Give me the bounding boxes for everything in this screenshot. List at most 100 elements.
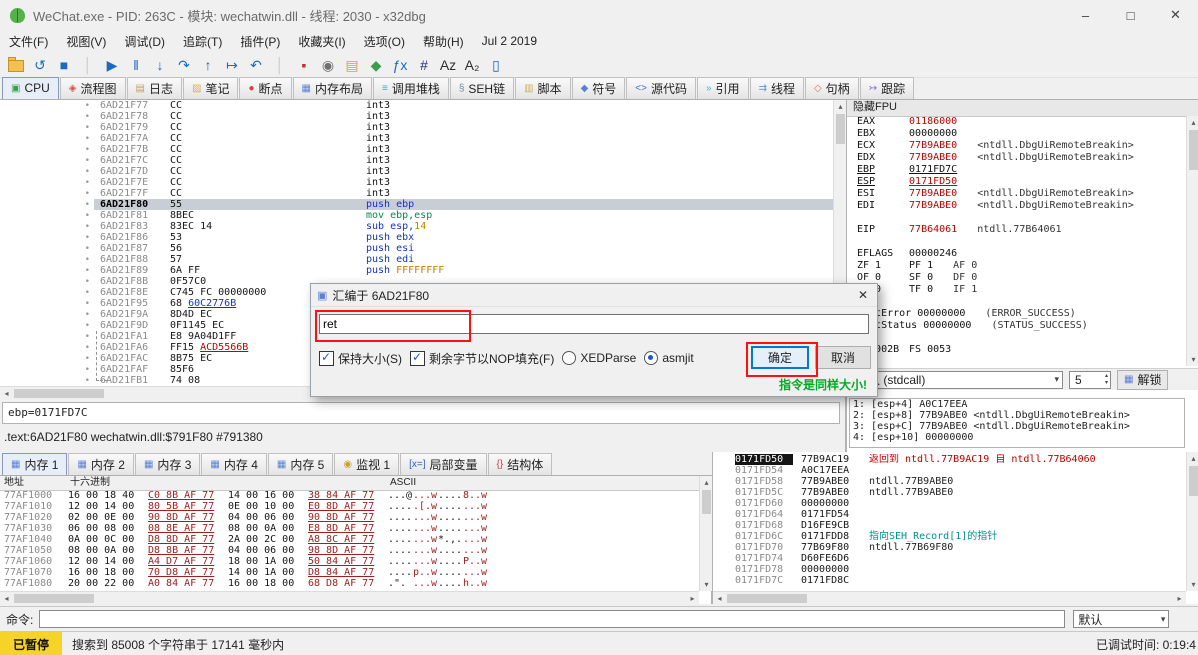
breakpoint-dot[interactable]: •	[85, 332, 94, 342]
scroll-left-arrow[interactable]: ◂	[713, 592, 726, 605]
breakpoint-dot[interactable]: •	[85, 354, 94, 364]
font-icon[interactable]: A₂	[460, 54, 484, 76]
disasm-row[interactable]: • 6AD21F7F CC int3	[0, 188, 833, 199]
menu-item[interactable]: 调试(D)	[115, 31, 174, 52]
tab-struct[interactable]: {}结构体	[488, 453, 553, 475]
scroll-down-arrow[interactable]: ▾	[1187, 353, 1198, 366]
breakpoint-dot[interactable]: •	[85, 233, 94, 243]
register-row[interactable]: LastStatus 00000000 (STATUS_SUCCESS)	[847, 320, 1183, 332]
unlock-button[interactable]: ▦ 解锁	[1117, 370, 1168, 390]
calculator-icon[interactable]: ƒx	[388, 54, 412, 76]
tab-graph[interactable]: ◈流程图	[60, 77, 126, 99]
dump-row[interactable]: 77AF108020 00 22 00A0 84 AF 7716 00 18 0…	[0, 578, 699, 587]
breakpoint-dot[interactable]: •	[85, 343, 94, 353]
command-input[interactable]	[39, 610, 1065, 628]
command-profile-select[interactable]: 默认 ▾	[1073, 610, 1169, 628]
breakpoint-dot[interactable]: •	[85, 299, 94, 309]
argument-row[interactable]: 4: [esp+10] 00000000	[850, 432, 1184, 443]
breakpoint-dot[interactable]: •	[85, 101, 94, 111]
disasm-row[interactable]: • 6AD21F89 6A FF push FFFFFFFF	[0, 265, 833, 276]
stack-row[interactable]: 0171FD64 0171FD54	[713, 509, 1186, 520]
breakpoint-dot[interactable]: •	[85, 310, 94, 320]
scroll-right-arrow[interactable]: ▸	[686, 592, 699, 605]
tab-dump-2[interactable]: ▦内存 2	[68, 453, 133, 475]
tab-memory-map[interactable]: ▦内存布局	[293, 77, 372, 99]
scroll-right-arrow[interactable]: ▸	[1173, 592, 1186, 605]
dump-row[interactable]: 77AF100016 00 18 40C0 8B AF 7714 00 16 0…	[0, 490, 699, 501]
register-row[interactable]: EIP 77B64061 ntdll.77B64061	[847, 224, 1183, 236]
dialog-checkbox[interactable]: 剩余字节以NOP填充(F)	[410, 350, 554, 367]
breakpoint-dot[interactable]: •	[85, 376, 94, 386]
breakpoint-dot[interactable]: •	[85, 134, 94, 144]
horizontal-scrollbar[interactable]: ◂ ▸	[713, 591, 1186, 605]
open-file-icon[interactable]	[4, 54, 28, 76]
minimize-button[interactable]: –	[1063, 0, 1108, 30]
register-row[interactable]: EFLAGS 00000246	[847, 248, 1183, 260]
breakpoint-dot[interactable]: •	[85, 112, 94, 122]
menu-item[interactable]: 追踪(T)	[174, 31, 231, 52]
dialog-title-bar[interactable]: ▣ 汇编于 6AD21F80 ✕	[311, 284, 877, 307]
register-row[interactable]	[847, 332, 1183, 344]
breakpoint-dot[interactable]: •	[85, 200, 94, 210]
breakpoint-dot[interactable]: •	[85, 244, 94, 254]
breakpoint-dot[interactable]: •	[85, 178, 94, 188]
stack-row[interactable]: 0171FD68 D16FE9CB	[713, 520, 1186, 531]
register-row[interactable]: ECX 77B9ABE0 <ntdll.DbgUiRemoteBreakin>	[847, 140, 1183, 152]
tab-dump-1[interactable]: ▦内存 1	[2, 453, 67, 475]
cancel-button[interactable]: 取消	[815, 346, 871, 369]
breakpoint-dot[interactable]: •	[85, 266, 94, 276]
dump-row[interactable]: 77AF102002 00 0E 0090 8D AF 7704 00 06 0…	[0, 512, 699, 523]
register-row[interactable]: CF 0 TF 0 IF 1	[847, 284, 1183, 296]
tab-log[interactable]: ▤日志	[127, 77, 182, 99]
tab-handles[interactable]: ◇句柄	[805, 77, 859, 99]
stack-row[interactable]: 0171FD5C 77B9ABE0 ntdll.77B9ABE0	[713, 487, 1186, 498]
stack-row[interactable]: 0171FD50 77B9AC19 返回到 ntdll.77B9AC19 自 n…	[713, 454, 1186, 465]
menu-item[interactable]: 视图(V)	[57, 31, 115, 52]
stack-row[interactable]: 0171FD54 A0C17EEA	[713, 465, 1186, 476]
breakpoint-dot[interactable]: •	[85, 211, 94, 221]
scroll-left-arrow[interactable]: ◂	[0, 592, 13, 605]
register-row[interactable]: LastError 00000000 (ERROR_SUCCESS)	[847, 308, 1183, 320]
tab-dump-3[interactable]: ▦内存 3	[135, 453, 200, 475]
dialog-radio[interactable]: XEDParse	[562, 351, 636, 365]
disasm-row[interactable]: • 6AD21F86 53 push ebx	[0, 232, 833, 243]
tab-seh[interactable]: §SEH链	[450, 77, 514, 99]
stop-icon[interactable]: ■	[52, 54, 76, 76]
tab-references[interactable]: »引用	[697, 77, 749, 99]
breakpoint-dot[interactable]: •	[85, 123, 94, 133]
snapshot-icon[interactable]: ◉	[316, 54, 340, 76]
step-back-icon[interactable]: ↶	[244, 54, 268, 76]
scrollbar-thumb[interactable]	[727, 594, 807, 603]
disasm-row[interactable]: • 6AD21F87 56 push esi	[0, 243, 833, 254]
register-row[interactable]: EBX 00000000	[847, 128, 1183, 140]
stack-row[interactable]: 0171FD60 00000000	[713, 498, 1186, 509]
tab-call-stack[interactable]: ≡调用堆栈	[373, 77, 449, 99]
register-row[interactable]: GS 002B FS 0053	[847, 344, 1183, 356]
breakpoint-dot[interactable]: •	[85, 222, 94, 232]
scrollbar-thumb[interactable]	[702, 490, 711, 514]
step-over-icon[interactable]: ↷	[172, 54, 196, 76]
breakpoint-dot[interactable]: •	[85, 156, 94, 166]
vertical-scrollbar[interactable]: ▴ ▾	[1186, 452, 1198, 591]
register-row[interactable]: ESP 0171FD50	[847, 176, 1183, 188]
step-out-icon[interactable]: ↑	[196, 54, 220, 76]
run-icon[interactable]: ▶	[100, 54, 124, 76]
register-row[interactable]	[847, 236, 1183, 248]
stack-row[interactable]: 0171FD78 00000000	[713, 564, 1186, 575]
disasm-row[interactable]: • 6AD21F7E CC int3	[0, 177, 833, 188]
vertical-scrollbar[interactable]: ▴ ▾	[699, 476, 713, 591]
scroll-left-arrow[interactable]: ◂	[0, 387, 13, 400]
menu-item[interactable]: 选项(O)	[355, 31, 414, 52]
scrollbar-thumb[interactable]	[836, 114, 845, 144]
tab-breakpoints[interactable]: ●断点	[239, 77, 291, 99]
scrollbar-thumb[interactable]	[14, 389, 104, 398]
dump-row[interactable]: 77AF101012 00 14 0080 5B AF 770E 00 10 0…	[0, 501, 699, 512]
scrollbar-thumb[interactable]	[1189, 130, 1198, 170]
pause-icon[interactable]: ‖	[124, 54, 148, 76]
hash-icon[interactable]: #	[412, 54, 436, 76]
patches-icon[interactable]: ▤	[340, 54, 364, 76]
dump-row[interactable]: 77AF107016 00 18 0070 D8 AF 7714 00 1A 0…	[0, 567, 699, 578]
toolbar-separator[interactable]: │	[268, 54, 292, 76]
stack-row[interactable]: 0171FD70 77B69F80 ntdll.77B69F80	[713, 542, 1186, 553]
stack-row[interactable]: 0171FD7C 0171FD8C	[713, 575, 1186, 586]
